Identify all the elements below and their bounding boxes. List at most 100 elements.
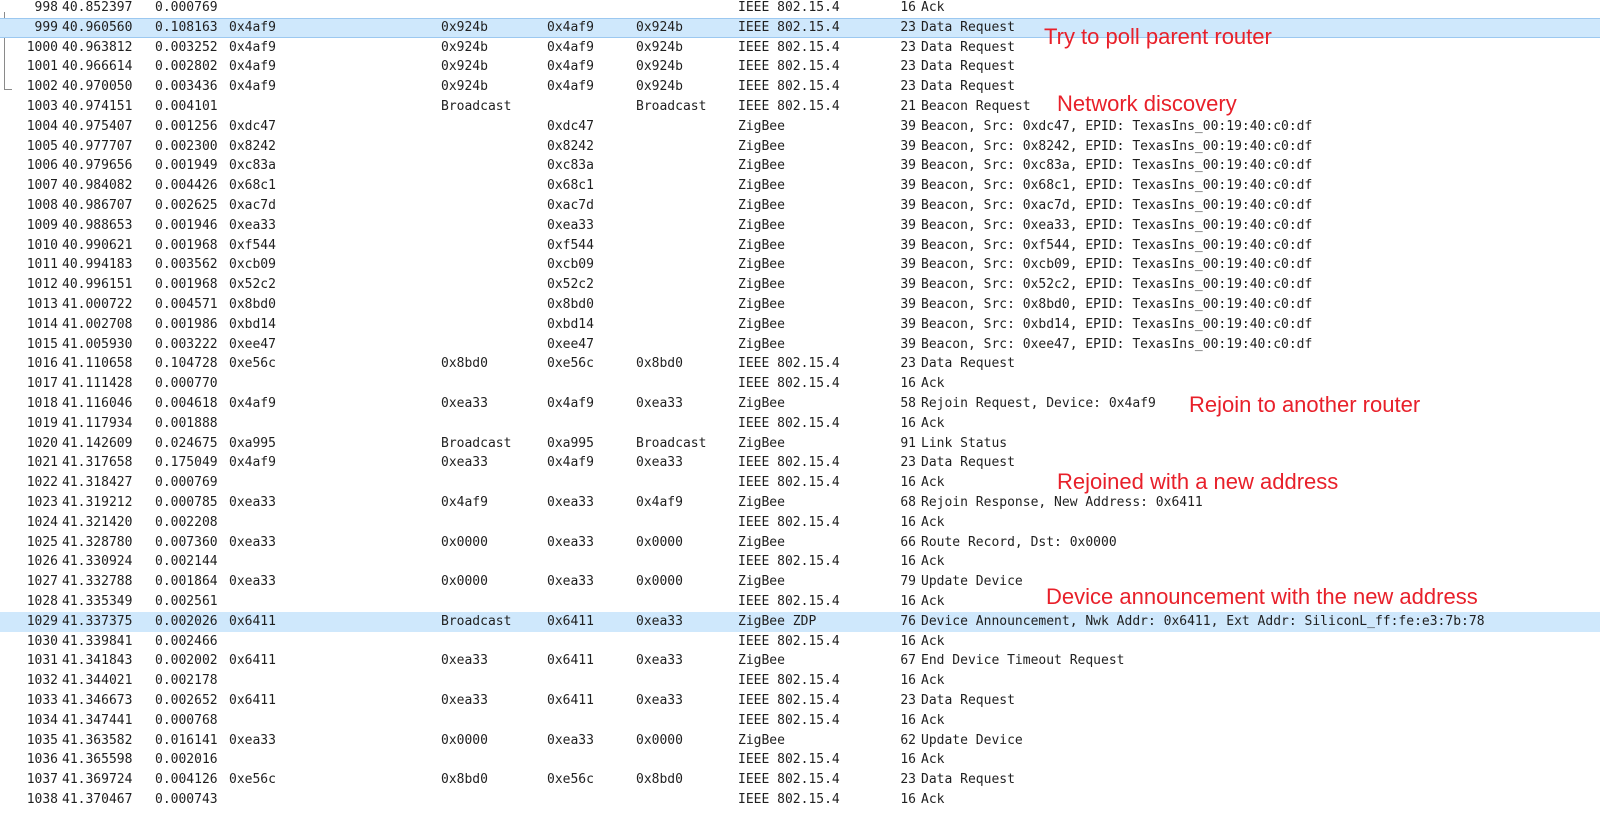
- packet-row[interactable]: 1000 40.963812 0.003252 0x4af9 0x924b 0x4af9 0…: [0, 38, 1600, 58]
- packet-row[interactable]: 1010 40.990621 0.001968 0xf544 0xf544 ZigBee 3…: [0, 236, 1600, 256]
- packet-info: Ack: [921, 594, 945, 609]
- annotation-network-discovery: Network discovery: [1057, 91, 1237, 116]
- packet-row[interactable]: 1008 40.986707 0.002625 0xac7d 0xac7d ZigBee 3…: [0, 196, 1600, 216]
- packet-row[interactable]: 1034 41.347441 0.000768 IEEE 802.15.4 16 Ack: [0, 711, 1600, 731]
- packet-row[interactable]: 1022 41.318427 0.000769 IEEE 802.15.4 16 Ack: [0, 473, 1600, 493]
- packet-row[interactable]: 1030 41.339841 0.002466 IEEE 802.15.4 16 Ack: [0, 632, 1600, 652]
- packet-delta-time: 0.000769: [155, 0, 218, 15]
- packet-length: 68: [900, 495, 916, 510]
- packet-delta-time: 0.002625: [155, 198, 218, 213]
- packet-time: 41.335349: [62, 594, 133, 609]
- packet-row[interactable]: 1012 40.996151 0.001968 0x52c2 0x52c2 ZigBee 3…: [0, 275, 1600, 295]
- packet-row[interactable]: 1016 41.110658 0.104728 0xe56c 0x8bd0 0xe56c 0…: [0, 354, 1600, 374]
- packet-info: Ack: [921, 376, 945, 392]
- packet-hw-destination: 0x8bd0: [636, 772, 683, 788]
- packet-number: 1025: [26, 534, 58, 550]
- packet-protocol: ZigBee: [738, 336, 785, 352]
- packet-row[interactable]: 999 40.960560 0.108163 0x4af9 0x924b 0x4af9 0x…: [0, 17, 1600, 38]
- packet-row[interactable]: 1032 41.344021 0.002178 IEEE 802.15.4 16 Ack: [0, 671, 1600, 691]
- packet-row[interactable]: 1013 41.000722 0.004571 0x8bd0 0x8bd0 ZigBee 3…: [0, 295, 1600, 315]
- packet-hw-destination: 0x924b: [636, 79, 683, 95]
- packet-hw-source: 0xea33: [547, 495, 594, 510]
- packet-row[interactable]: 1023 41.319212 0.000785 0xea33 0x4af9 0xea33 0…: [0, 493, 1600, 513]
- packet-length: 16: [900, 376, 916, 392]
- packet-number: 998: [34, 0, 58, 15]
- packet-destination: 0x8bd0: [441, 772, 488, 788]
- packet-row[interactable]: 1015 41.005930 0.003222 0xee47 0xee47 ZigBee 3…: [0, 335, 1600, 355]
- packet-info: Update Device: [921, 574, 1023, 590]
- packet-number: 1027: [26, 574, 58, 590]
- packet-time: 41.117934: [62, 415, 133, 431]
- packet-row[interactable]: 1024 41.321420 0.002208 IEEE 802.15.4 16 Ack: [0, 513, 1600, 533]
- packet-number: 1009: [26, 217, 58, 233]
- packet-length: 16: [900, 633, 916, 649]
- packet-row[interactable]: 1036 41.365598 0.002016 IEEE 802.15.4 16 Ack: [0, 750, 1600, 770]
- packet-delta-time: 0.004571: [155, 297, 218, 312]
- packet-info: Beacon, Src: 0xea33, EPID: TexasIns_00:1…: [921, 217, 1313, 233]
- packet-length: 62: [900, 732, 916, 748]
- packet-info: Update Device: [921, 732, 1023, 748]
- packet-row[interactable]: 1003 40.974151 0.004101 Broadcast Broadcast I…: [0, 97, 1600, 117]
- packet-time: 41.111428: [62, 376, 133, 392]
- packet-hw-destination: 0x4af9: [636, 495, 683, 510]
- packet-hw-source: 0xea33: [547, 217, 594, 233]
- packet-number: 1037: [26, 772, 58, 788]
- packet-row[interactable]: 998 40.852397 0.000769 IEEE 802.15.4 16 Ack: [0, 0, 1600, 18]
- packet-length: 16: [900, 792, 916, 807]
- packet-info: Data Request: [921, 59, 1015, 75]
- annotation-rejoined-address: Rejoined with a new address: [1057, 469, 1339, 494]
- packet-row[interactable]: 1002 40.970050 0.003436 0x4af9 0x924b 0x4af9 0…: [0, 77, 1600, 97]
- packet-length: 23: [900, 59, 916, 75]
- packet-time: 41.116046: [62, 396, 133, 411]
- packet-hw-destination: 0xea33: [636, 653, 683, 669]
- packet-time: 40.974151: [62, 99, 133, 114]
- packet-protocol: ZigBee: [738, 653, 785, 669]
- packet-row[interactable]: 1025 41.328780 0.007360 0xea33 0x0000 0xea33 0…: [0, 533, 1600, 553]
- packet-row[interactable]: 1009 40.988653 0.001946 0xea33 0xea33 ZigBee 3…: [0, 216, 1600, 236]
- packet-delta-time: 0.004101: [155, 99, 218, 114]
- packet-row[interactable]: 1035 41.363582 0.016141 0xea33 0x0000 0xea33 0…: [0, 731, 1600, 751]
- packet-delta-time: 0.001968: [155, 237, 218, 253]
- packet-number: 1028: [26, 594, 58, 609]
- packet-number: 1035: [26, 732, 58, 748]
- packet-row[interactable]: 1004 40.975407 0.001256 0xdc47 0xdc47 ZigBee 3…: [0, 117, 1600, 137]
- packet-protocol: IEEE 802.15.4: [738, 0, 840, 15]
- packet-time: 40.979656: [62, 158, 133, 174]
- packet-row[interactable]: 1020 41.142609 0.024675 0xa995 Broadcast 0xa9…: [0, 434, 1600, 454]
- packet-hw-destination: 0x0000: [636, 732, 683, 748]
- packet-row[interactable]: 1038 41.370467 0.000743 IEEE 802.15.4 16 Ack: [0, 790, 1600, 810]
- packet-hw-source: 0xac7d: [547, 198, 594, 213]
- packet-length: 39: [900, 336, 916, 352]
- packet-row[interactable]: 1006 40.979656 0.001949 0xc83a 0xc83a ZigBee 3…: [0, 156, 1600, 176]
- packet-row[interactable]: 1031 41.341843 0.002002 0x6411 0xea33 0x6411 0…: [0, 651, 1600, 671]
- packet-row[interactable]: 1026 41.330924 0.002144 IEEE 802.15.4 16 Ack: [0, 552, 1600, 572]
- packet-number: 1018: [26, 396, 58, 411]
- packet-row[interactable]: 1029 41.337375 0.002026 0x6411 Broadcast 0x64…: [0, 611, 1600, 632]
- packet-row[interactable]: 1021 41.317658 0.175049 0x4af9 0xea33 0x4af9 0…: [0, 453, 1600, 473]
- packet-row[interactable]: 1011 40.994183 0.003562 0xcb09 0xcb09 ZigBee 3…: [0, 255, 1600, 275]
- packet-row[interactable]: 1017 41.111428 0.000770 IEEE 802.15.4 16 Ack: [0, 374, 1600, 394]
- packet-protocol: ZigBee: [738, 732, 785, 748]
- packet-destination: 0x924b: [441, 79, 488, 95]
- packet-length: 39: [900, 178, 916, 194]
- packet-hw-destination: 0x8bd0: [636, 356, 683, 372]
- packet-time: 41.341843: [62, 653, 133, 669]
- packet-delta-time: 0.002561: [155, 594, 218, 609]
- packet-delta-time: 0.004126: [155, 772, 218, 788]
- packet-row[interactable]: 1007 40.984082 0.004426 0x68c1 0x68c1 ZigBee 3…: [0, 176, 1600, 196]
- packet-protocol: IEEE 802.15.4: [738, 792, 840, 807]
- packet-row[interactable]: 1033 41.346673 0.002652 0x6411 0xea33 0x6411 0…: [0, 691, 1600, 711]
- packet-row[interactable]: 1001 40.966614 0.002802 0x4af9 0x924b 0x4af9 0…: [0, 57, 1600, 77]
- packet-hw-source: 0x4af9: [547, 19, 594, 35]
- packet-row[interactable]: 1014 41.002708 0.001986 0xbd14 0xbd14 ZigBee 3…: [0, 315, 1600, 335]
- packet-row[interactable]: 1005 40.977707 0.002300 0x8242 0x8242 ZigBee 3…: [0, 137, 1600, 157]
- packet-info: Data Request: [921, 39, 1015, 55]
- packet-destination: 0xea33: [441, 396, 488, 411]
- packet-number: 999: [34, 19, 58, 35]
- packet-source: 0x52c2: [229, 277, 276, 293]
- packet-number: 1029: [26, 613, 58, 629]
- packet-info: Beacon, Src: 0x68c1, EPID: TexasIns_00:1…: [921, 178, 1313, 194]
- packet-hw-source: 0xea33: [547, 732, 594, 748]
- packet-row[interactable]: 1037 41.369724 0.004126 0xe56c 0x8bd0 0xe56c 0…: [0, 770, 1600, 790]
- packet-length: 39: [900, 316, 916, 332]
